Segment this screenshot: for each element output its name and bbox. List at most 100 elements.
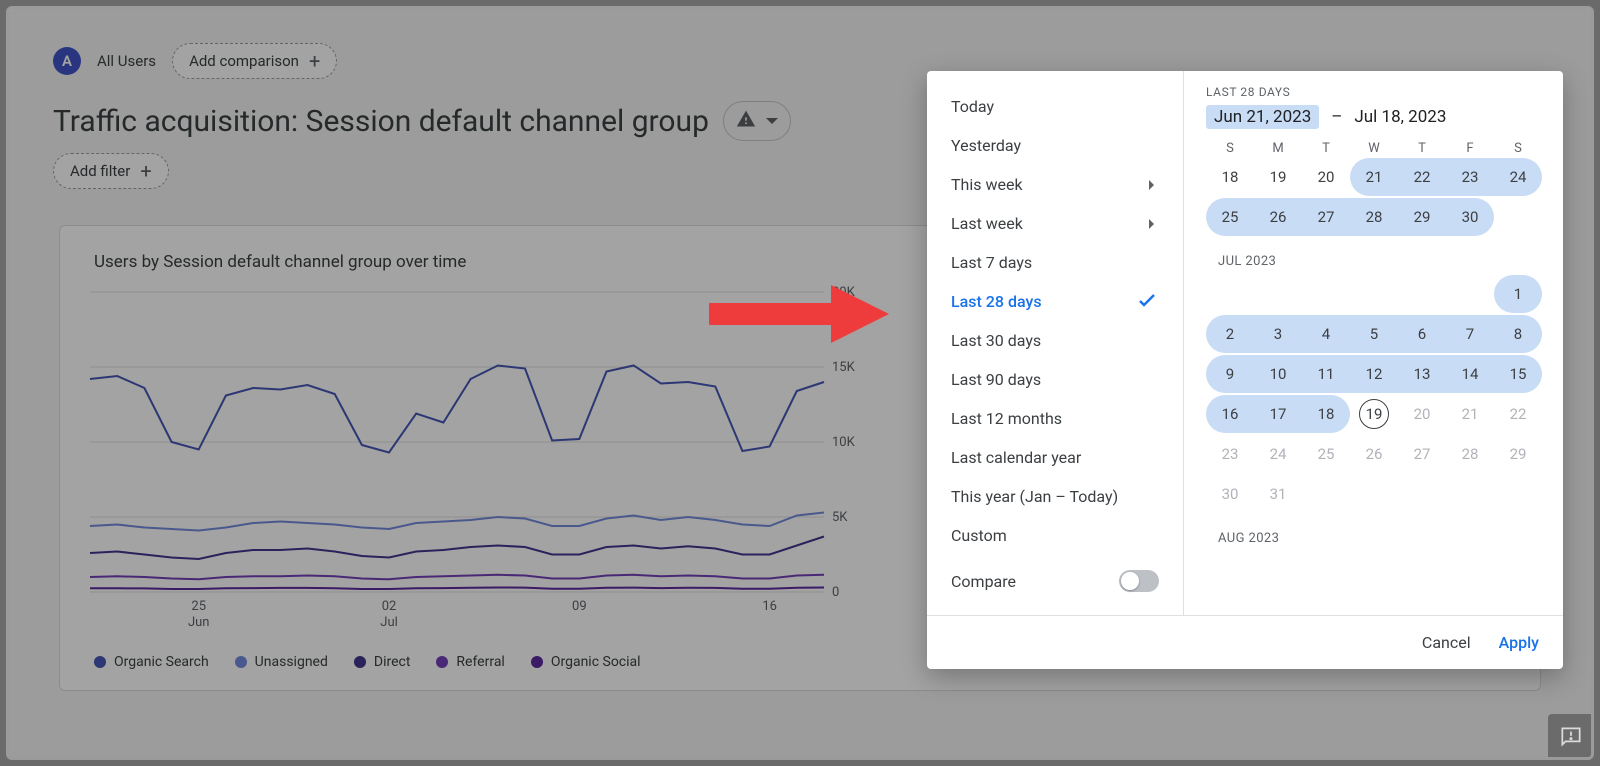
preset-last-week[interactable]: Last week (927, 204, 1183, 243)
cal-day[interactable]: 20 (1302, 158, 1350, 196)
cal-empty (1302, 275, 1350, 313)
preset-label: Yesterday (951, 136, 1021, 155)
cal-day[interactable]: 26 (1254, 198, 1302, 236)
legend-item[interactable]: Unassigned (235, 654, 328, 670)
cal-day[interactable]: 8 (1494, 315, 1542, 353)
preset-last-30-days[interactable]: Last 30 days (927, 321, 1183, 360)
cal-day[interactable]: 30 (1446, 198, 1494, 236)
end-date-input[interactable]: Jul 18, 2023 (1354, 107, 1446, 127)
legend-item[interactable]: Organic Search (94, 654, 209, 670)
cal-day[interactable]: 29 (1398, 198, 1446, 236)
cal-day[interactable]: 12 (1350, 355, 1398, 393)
cal-day[interactable]: 25 (1302, 435, 1350, 473)
cal-empty (1350, 275, 1398, 313)
legend-item[interactable]: Referral (436, 654, 504, 670)
compare-row: Compare (927, 559, 1183, 603)
preset-yesterday[interactable]: Yesterday (927, 126, 1183, 165)
cal-empty (1398, 275, 1446, 313)
cal-day[interactable]: 26 (1350, 435, 1398, 473)
cal-day[interactable]: 23 (1206, 435, 1254, 473)
compare-toggle[interactable] (1119, 570, 1159, 592)
cancel-button[interactable]: Cancel (1422, 633, 1471, 652)
legend-dot-icon (436, 656, 448, 668)
cal-day[interactable]: 19 (1254, 158, 1302, 196)
start-date-input[interactable]: Jun 21, 2023 (1206, 105, 1319, 129)
cal-day[interactable]: 14 (1446, 355, 1494, 393)
cal-day[interactable]: 27 (1302, 198, 1350, 236)
preset-this-week[interactable]: This week (927, 165, 1183, 204)
cal-day[interactable]: 20 (1398, 395, 1446, 433)
svg-text:Jun: Jun (188, 615, 210, 630)
cal-day[interactable]: 21 (1446, 395, 1494, 433)
cal-day[interactable]: 9 (1206, 355, 1254, 393)
legend-item[interactable]: Direct (354, 654, 411, 670)
add-filter-button[interactable]: Add filter + (53, 153, 169, 189)
feedback-icon[interactable] (1548, 714, 1594, 760)
preset-last-90-days[interactable]: Last 90 days (927, 360, 1183, 399)
cal-empty (1254, 275, 1302, 313)
cal-day[interactable]: 31 (1254, 475, 1302, 513)
chevron-right-icon (1149, 180, 1159, 190)
thresholding-dropdown[interactable] (723, 101, 791, 141)
cal-day[interactable]: 21 (1350, 158, 1398, 196)
preset-label: Last 12 months (951, 409, 1062, 428)
segment-avatar: A (53, 47, 81, 75)
legend-dot-icon (354, 656, 366, 668)
cal-day[interactable]: 18 (1206, 158, 1254, 196)
preset-today[interactable]: Today (927, 87, 1183, 126)
cal-day[interactable]: 17 (1254, 395, 1302, 433)
calendar-scroll[interactable]: 18192021222324252627282930JUL 2023123456… (1206, 158, 1553, 558)
preset-last-7-days[interactable]: Last 7 days (927, 243, 1183, 282)
add-filter-label: Add filter (70, 162, 130, 180)
legend-dot-icon (235, 656, 247, 668)
cal-day[interactable]: 27 (1398, 435, 1446, 473)
cal-day[interactable]: 6 (1398, 315, 1446, 353)
preset-last-calendar-year[interactable]: Last calendar year (927, 438, 1183, 477)
cal-day[interactable]: 13 (1398, 355, 1446, 393)
cal-empty (1494, 198, 1542, 236)
cal-empty (1446, 275, 1494, 313)
segment-all-users[interactable]: All Users (97, 52, 156, 70)
cal-day[interactable]: 15 (1494, 355, 1542, 393)
range-label: LAST 28 DAYS (1206, 85, 1553, 99)
cal-day[interactable]: 23 (1446, 158, 1494, 196)
cal-day[interactable]: 24 (1494, 158, 1542, 196)
cal-day[interactable]: 7 (1446, 315, 1494, 353)
cal-day[interactable]: 16 (1206, 395, 1254, 433)
popup-actions: Cancel Apply (927, 615, 1563, 669)
preset-label: Today (951, 97, 994, 116)
cal-day[interactable]: 28 (1446, 435, 1494, 473)
compare-label: Compare (951, 572, 1016, 591)
cal-day[interactable]: 5 (1350, 315, 1398, 353)
preset-custom[interactable]: Custom (927, 516, 1183, 555)
cal-day[interactable]: 1 (1494, 275, 1542, 313)
weekday-T: T (1302, 141, 1350, 156)
cal-day[interactable]: 24 (1254, 435, 1302, 473)
page-title: Traffic acquisition: Session default cha… (53, 104, 709, 139)
add-comparison-button[interactable]: Add comparison + (172, 43, 337, 79)
cal-day[interactable]: 11 (1302, 355, 1350, 393)
cal-day[interactable]: 29 (1494, 435, 1542, 473)
cal-day[interactable]: 10 (1254, 355, 1302, 393)
legend-item[interactable]: Organic Social (531, 654, 641, 670)
cal-day[interactable]: 25 (1206, 198, 1254, 236)
range-dates: Jun 21, 2023 – Jul 18, 2023 (1206, 105, 1553, 129)
cal-day[interactable]: 3 (1254, 315, 1302, 353)
cal-day[interactable]: 30 (1206, 475, 1254, 513)
preset-last-28-days[interactable]: Last 28 days (927, 282, 1183, 321)
cal-day[interactable]: 28 (1350, 198, 1398, 236)
preset-label: Last 90 days (951, 370, 1041, 389)
cal-day[interactable]: 22 (1398, 158, 1446, 196)
cal-day[interactable]: 22 (1494, 395, 1542, 433)
cal-day[interactable]: 18 (1302, 395, 1350, 433)
preset-this-year-jan-today-[interactable]: This year (Jan – Today) (927, 477, 1183, 516)
weekday-S: S (1206, 141, 1254, 156)
cal-day[interactable]: 19 (1350, 395, 1398, 433)
preset-last-12-months[interactable]: Last 12 months (927, 399, 1183, 438)
cal-day[interactable]: 4 (1302, 315, 1350, 353)
svg-text:09: 09 (572, 599, 587, 614)
preset-label: Last calendar year (951, 448, 1081, 467)
warning-icon (736, 109, 756, 134)
cal-day[interactable]: 2 (1206, 315, 1254, 353)
apply-button[interactable]: Apply (1499, 633, 1539, 652)
